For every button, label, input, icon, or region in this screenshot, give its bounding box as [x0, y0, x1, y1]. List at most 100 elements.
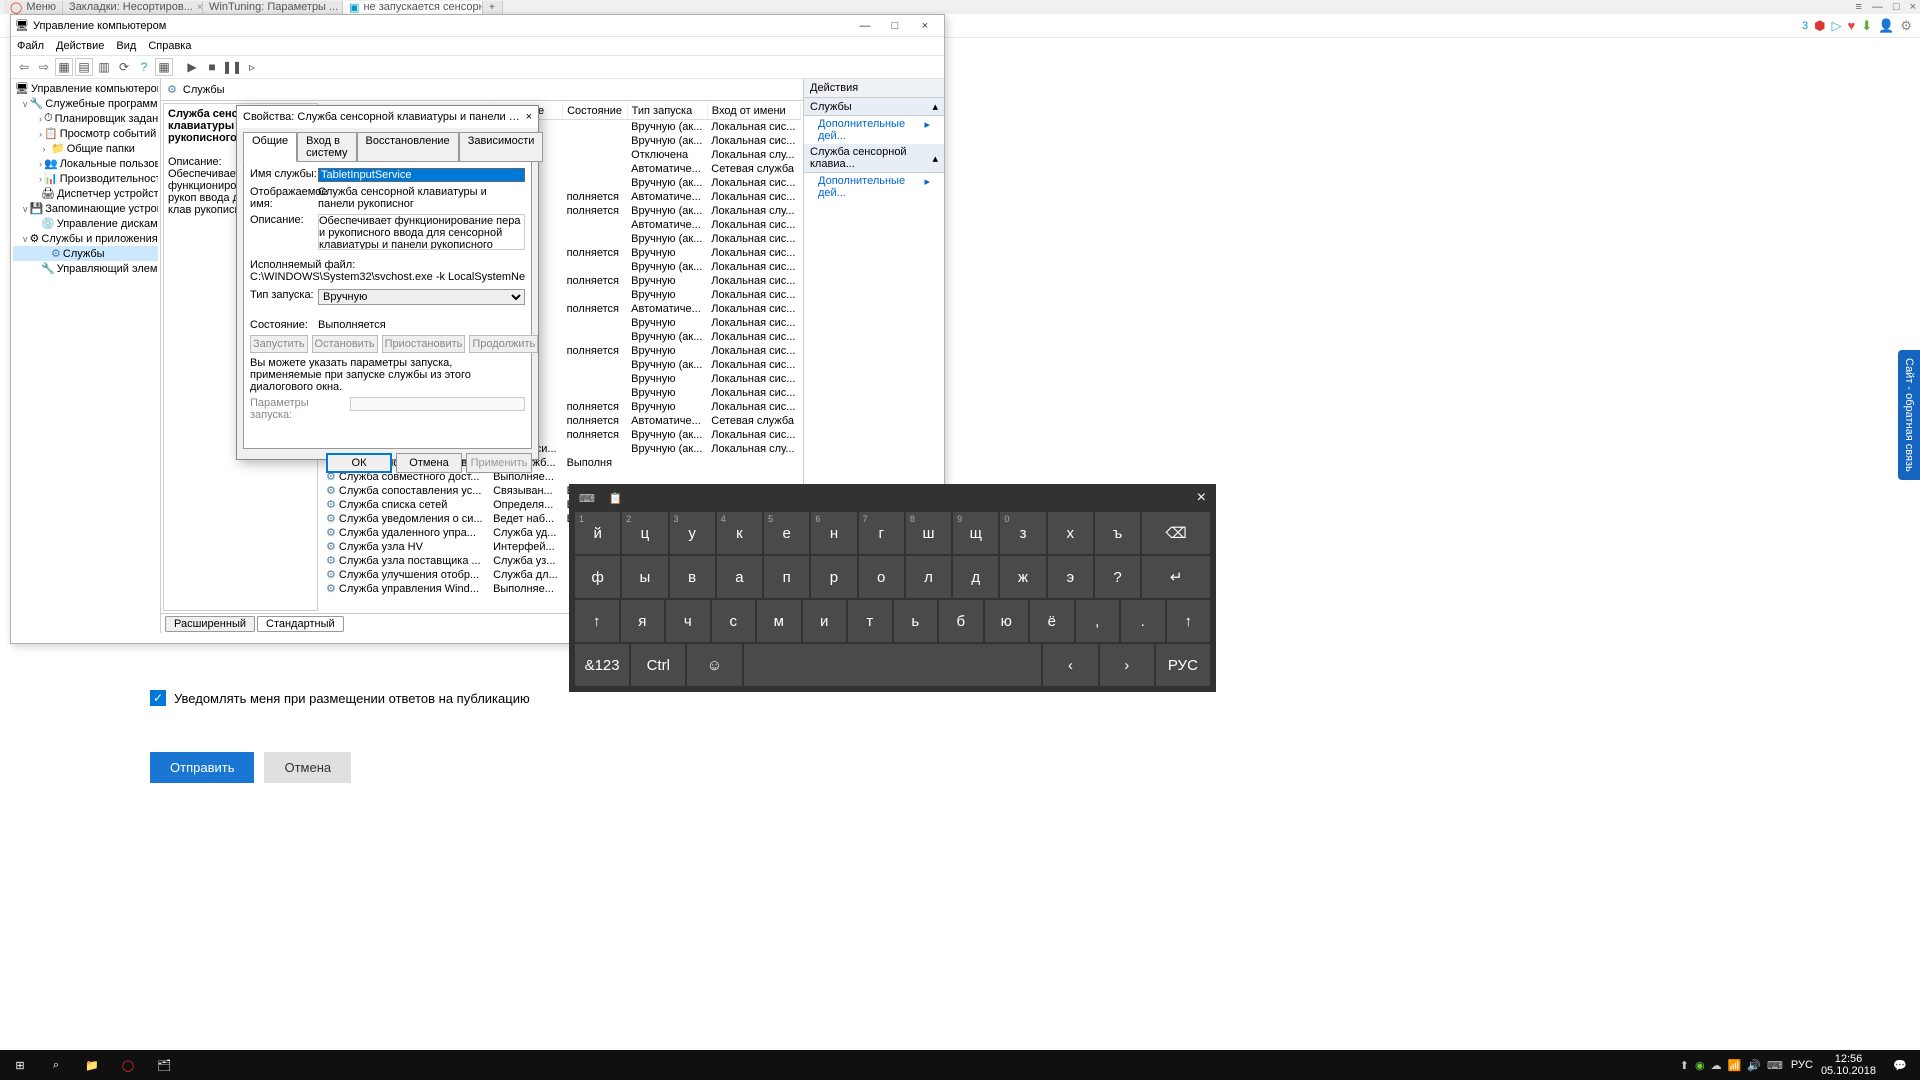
keyboard-close-button[interactable]: ×: [1197, 489, 1206, 507]
keyboard-key[interactable]: й1: [575, 512, 620, 554]
pause-icon[interactable]: ❚❚: [223, 58, 241, 76]
tray-icon[interactable]: 📶: [1728, 1059, 1742, 1072]
adblock-icon[interactable]: ⬢: [1814, 18, 1825, 34]
back-icon[interactable]: ⇦: [15, 58, 33, 76]
minimize-button[interactable]: —: [850, 16, 880, 36]
keyboard-key[interactable]: ‹: [1043, 644, 1097, 686]
search-button[interactable]: ⌕: [40, 1051, 72, 1079]
keyboard-key[interactable]: ж: [1000, 556, 1045, 598]
explorer-icon[interactable]: 📁: [76, 1051, 108, 1079]
play-icon[interactable]: ▶: [183, 58, 201, 76]
keyboard-key[interactable]: ю: [985, 600, 1029, 642]
new-tab-button[interactable]: +: [483, 1, 503, 14]
keyboard-key[interactable]: ?: [1095, 556, 1140, 598]
keyboard-key[interactable]: ь: [894, 600, 938, 642]
minimize-icon[interactable]: —: [1872, 1, 1883, 13]
menu-action[interactable]: Действие: [56, 40, 104, 52]
cancel-button[interactable]: Отмена: [396, 453, 462, 473]
tray-icon[interactable]: ⌨: [1767, 1059, 1783, 1072]
keyboard-key[interactable]: г7: [859, 512, 904, 554]
app-icon[interactable]: 🗂: [148, 1051, 180, 1079]
restart-icon[interactable]: ▹: [243, 58, 261, 76]
keyboard-key[interactable]: ☺: [687, 644, 741, 686]
keyboard-key[interactable]: [744, 644, 1042, 686]
keyboard-key[interactable]: л: [906, 556, 951, 598]
keyboard-key[interactable]: ф: [575, 556, 620, 598]
keyboard-key[interactable]: ё: [1030, 600, 1074, 642]
pause-button[interactable]: Приостановить: [382, 335, 466, 353]
help-icon[interactable]: ?: [135, 58, 153, 76]
stop-icon[interactable]: ■: [203, 58, 221, 76]
column-header[interactable]: Тип запуска: [627, 103, 707, 120]
tray-icon[interactable]: ◉: [1695, 1059, 1705, 1072]
browser-tab[interactable]: ▣не запускается сенсорн...×: [343, 1, 483, 14]
close-button[interactable]: ×: [526, 111, 532, 123]
keyboard-key[interactable]: ц2: [622, 512, 667, 554]
submit-button[interactable]: Отправить: [150, 752, 254, 783]
keyboard-key[interactable]: ↑: [575, 600, 619, 642]
keyboard-key[interactable]: т: [848, 600, 892, 642]
download-icon[interactable]: ⬇: [1861, 18, 1872, 34]
keyboard-key[interactable]: ↵: [1142, 556, 1210, 598]
keyboard-key[interactable]: ъ: [1095, 512, 1140, 554]
action-more[interactable]: Дополнительные дей...▸: [804, 173, 944, 201]
keyboard-key[interactable]: Ctrl: [631, 644, 685, 686]
description-field[interactable]: Обеспечивает функционирование пера и рук…: [318, 214, 525, 250]
notifications-button[interactable]: 💬: [1884, 1051, 1916, 1079]
maximize-icon[interactable]: □: [1893, 1, 1900, 13]
ok-button[interactable]: ОК: [326, 453, 392, 473]
apply-button[interactable]: Применить: [466, 453, 532, 473]
keyboard-key[interactable]: п: [764, 556, 809, 598]
collapse-icon[interactable]: ▴: [932, 152, 938, 165]
forward-icon[interactable]: ⇨: [35, 58, 53, 76]
keyboard-key[interactable]: &123: [575, 644, 629, 686]
column-header[interactable]: Вход от имени: [707, 103, 800, 120]
refresh-icon[interactable]: ⟳: [115, 58, 133, 76]
feedback-tab[interactable]: Сайт - обратная связь: [1898, 350, 1920, 480]
keyboard-key[interactable]: м: [757, 600, 801, 642]
tab-recovery[interactable]: Восстановление: [357, 132, 459, 162]
close-button[interactable]: ×: [910, 16, 940, 36]
keyboard-key[interactable]: ш8: [906, 512, 951, 554]
keyboard-layout-icon[interactable]: ⌨: [579, 492, 595, 505]
settings-icon[interactable]: ⚙: [1900, 18, 1912, 34]
start-button[interactable]: Запустить: [250, 335, 308, 353]
tray-icon[interactable]: ⬆: [1680, 1059, 1689, 1072]
keyboard-key[interactable]: ↑: [1167, 600, 1211, 642]
keyboard-key[interactable]: э: [1048, 556, 1093, 598]
close-icon[interactable]: ×: [197, 2, 203, 13]
collapse-icon[interactable]: ▴: [932, 100, 938, 113]
vpn-icon[interactable]: ▷: [1832, 18, 1842, 34]
start-button[interactable]: ⊞: [4, 1051, 36, 1079]
tray-icon[interactable]: 🔊: [1747, 1059, 1761, 1072]
column-header[interactable]: Состояние: [563, 103, 628, 120]
keyboard-key[interactable]: и: [803, 600, 847, 642]
menu-file[interactable]: Файл: [17, 40, 44, 52]
keyboard-key[interactable]: я: [621, 600, 665, 642]
menu-icon[interactable]: ≡: [1855, 1, 1861, 13]
keyboard-key[interactable]: щ9: [953, 512, 998, 554]
notify-checkbox[interactable]: ✓: [150, 690, 166, 706]
keyboard-key[interactable]: .: [1121, 600, 1165, 642]
keyboard-key[interactable]: у3: [670, 512, 715, 554]
menu-view[interactable]: Вид: [116, 40, 136, 52]
maximize-button[interactable]: □: [880, 16, 910, 36]
keyboard-key[interactable]: ч: [666, 600, 710, 642]
resume-button[interactable]: Продолжить: [469, 335, 538, 353]
opera-icon[interactable]: ◯: [112, 1051, 144, 1079]
keyboard-key[interactable]: р: [811, 556, 856, 598]
keyboard-key[interactable]: а: [717, 556, 762, 598]
properties-icon[interactable]: ▤: [75, 58, 93, 76]
list-icon[interactable]: ▦: [155, 58, 173, 76]
browser-tab[interactable]: WinTuning: Параметры ...×: [203, 1, 343, 14]
keyboard-key[interactable]: в: [670, 556, 715, 598]
keyboard-key[interactable]: ,: [1076, 600, 1120, 642]
export-icon[interactable]: ▥: [95, 58, 113, 76]
keyboard-key[interactable]: ›: [1100, 644, 1154, 686]
keyboard-key[interactable]: б: [939, 600, 983, 642]
keyboard-key[interactable]: ⌫: [1142, 512, 1210, 554]
keyboard-key[interactable]: с: [712, 600, 756, 642]
keyboard-key[interactable]: з0: [1000, 512, 1045, 554]
keyboard-key[interactable]: о: [859, 556, 904, 598]
keyboard-key[interactable]: к4: [717, 512, 762, 554]
